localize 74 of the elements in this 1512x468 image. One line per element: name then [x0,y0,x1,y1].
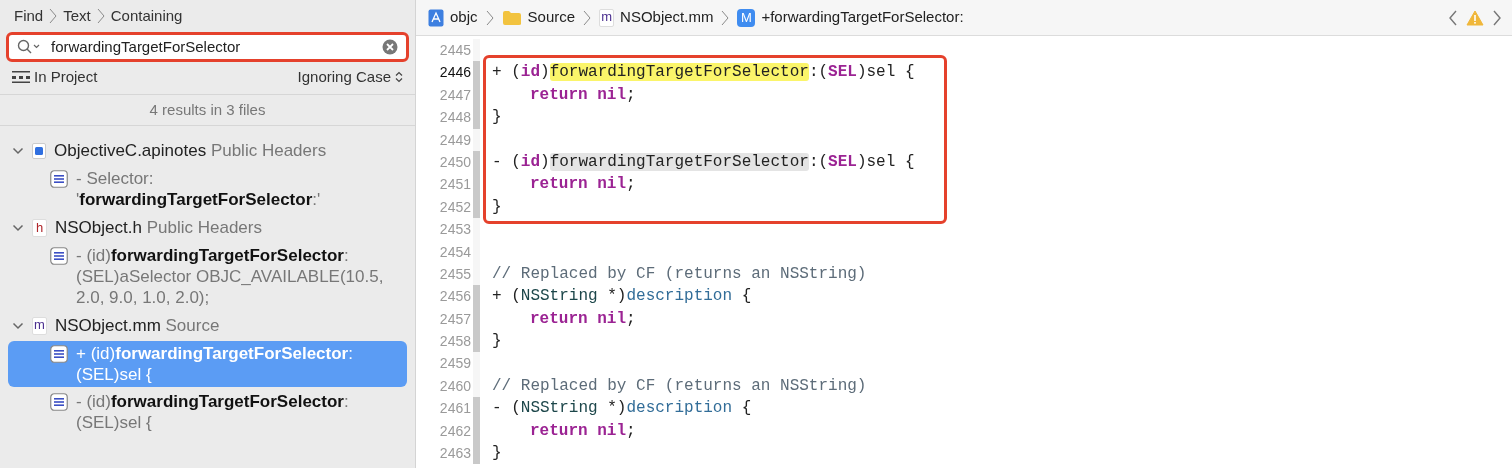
line-result-icon [50,247,68,265]
line-number: 2450 [439,153,471,170]
code-line: } [492,444,502,463]
scope-button[interactable]: In Project [12,65,98,89]
disclosure-icon[interactable] [12,322,24,330]
file-icon [32,143,46,159]
scope-icon [12,71,30,83]
line-number: 2447 [439,86,471,103]
code-line: + (id)forwardingTargetForSelector:(SEL)sel { [492,63,915,82]
chevron-icon [485,9,494,26]
line-number: 2459 [439,355,471,372]
line-result-icon [50,170,68,188]
source-file-icon: m [599,8,615,27]
code-line: return nil; [530,175,636,194]
line-number: 2458 [439,333,471,350]
path-item[interactable]: Text [63,4,91,28]
file-result[interactable]: ObjectiveC.apinotes Public Headers [54,138,327,164]
code-line: // Replaced by CF (returns an NSString) [492,376,867,395]
chevron-icon [96,8,105,24]
breadcrumb-item[interactable]: Source [527,6,576,29]
back-icon[interactable] [1448,9,1458,26]
search-field[interactable]: forwardingTargetForSelector [6,32,409,62]
code-line: + (NSString *)description { [492,287,752,306]
breadcrumb-item[interactable]: NSObject.mm [620,6,714,29]
search-result-item[interactable]: - (id)forwardingTargetForSelector:(SEL)aSelector OBJC_AVAILABLE(10.5, 2.0, 9.0, 1.0, 2.0); [8,243,407,310]
line-number: 2457 [439,310,471,327]
folder-icon [501,9,522,26]
code-line: return nil; [530,85,636,104]
case-mode-selector[interactable]: Ignoring Case [297,65,403,89]
file-result[interactable]: NSObject.h Public Headers [55,215,262,241]
line-number: 2456 [439,288,471,305]
chevron-icon [583,9,592,26]
line-result-icon [50,393,68,411]
line-number: 2461 [439,400,471,417]
line-number: 2446 [439,64,471,81]
line-number: 2449 [439,131,471,148]
line-number: 2448 [439,109,471,126]
code-line: return nil; [530,309,636,328]
line-number: 2451 [439,176,471,193]
code-line: } [492,197,502,216]
line-number: 2453 [439,221,471,238]
chevron-icon [721,9,730,26]
results-summary: 4 results in 3 files [149,99,266,120]
path-item[interactable]: Find [14,4,44,28]
line-number: 2463 [439,445,471,462]
header-file-icon: h [32,219,47,237]
forward-icon[interactable] [1492,9,1502,26]
code-line: - (id)forwardingTargetForSelector:(SEL)sel { [492,152,915,171]
line-number: 2455 [439,265,471,282]
code-line: return nil; [530,421,636,440]
project-icon [428,8,444,27]
code-line: // Replaced by CF (returns an NSString) [492,264,867,283]
disclosure-icon[interactable] [12,147,24,155]
file-result[interactable]: NSObject.mm Source [55,313,220,339]
code-line: - (NSString *)description { [492,399,752,418]
line-number: 2454 [439,243,471,260]
path-item[interactable]: Containing [110,4,183,28]
disclosure-icon[interactable] [12,224,24,232]
updown-icon [395,71,403,83]
line-number: 2462 [439,422,471,439]
line-result-icon [50,345,68,363]
source-file-icon: m [32,317,47,335]
code-line: } [492,108,502,127]
breadcrumb-item[interactable]: objc [450,6,478,29]
clear-icon[interactable] [382,39,398,55]
search-result-item[interactable]: - Selector: 'forwardingTargetForSelector:' [8,166,407,212]
line-number: 2452 [439,198,471,215]
breadcrumb-item[interactable]: +forwardingTargetForSelector: [761,6,964,29]
search-result-item[interactable]: - (id)forwardingTargetForSelector:(SEL)sel { [8,389,407,435]
code-line: } [492,332,502,351]
line-number: 2445 [439,42,471,58]
method-icon: M [737,8,756,27]
line-number: 2460 [439,377,471,394]
chevron-icon [49,8,58,24]
